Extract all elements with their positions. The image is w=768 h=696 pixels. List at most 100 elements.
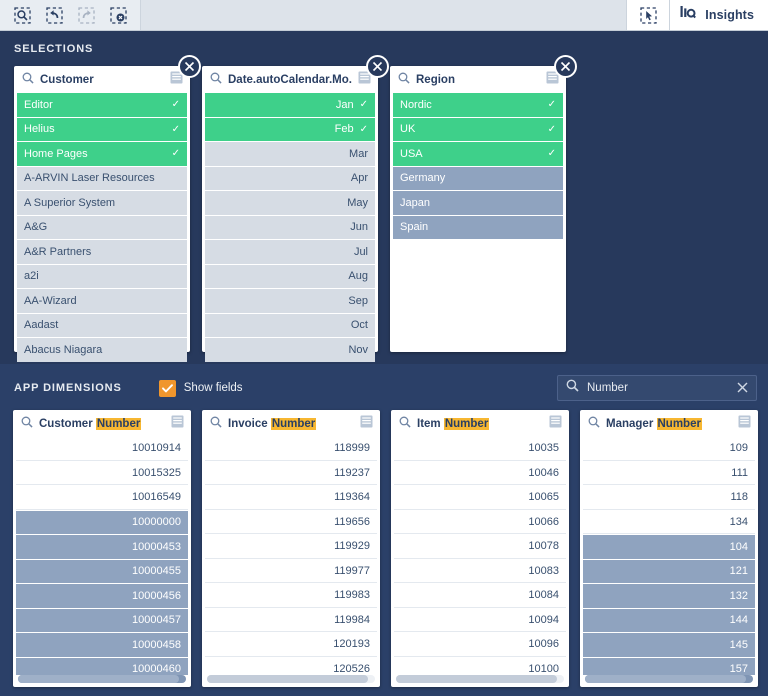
listbox-row[interactable]: Aadast: [17, 314, 187, 338]
listbox-row[interactable]: 144: [583, 609, 755, 633]
listbox-row[interactable]: 121: [583, 560, 755, 584]
listbox-row[interactable]: A-ARVIN Laser Resources: [17, 167, 187, 191]
search-icon[interactable]: [210, 415, 222, 433]
search-icon[interactable]: [210, 71, 222, 89]
close-icon[interactable]: [554, 55, 577, 78]
listbox-row[interactable]: Sep: [205, 289, 375, 313]
listbox-icon[interactable]: [360, 415, 373, 433]
listbox-row[interactable]: 120193: [205, 633, 377, 657]
listbox-row[interactable]: 10000458: [16, 633, 188, 657]
listbox-row[interactable]: A Superior System: [17, 191, 187, 215]
step-forward-icon[interactable]: [70, 0, 102, 31]
listbox-row[interactable]: 10000460: [16, 658, 188, 676]
listbox-row[interactable]: 10000455: [16, 560, 188, 584]
scrollbar-thumb[interactable]: [18, 675, 179, 683]
listbox-icon[interactable]: [738, 415, 751, 433]
listbox-row[interactable]: 10078: [394, 535, 566, 559]
listbox-row[interactable]: Jun: [205, 216, 375, 240]
close-icon[interactable]: [366, 55, 389, 78]
listbox-row[interactable]: 10010914: [16, 437, 188, 461]
listbox-row[interactable]: 10065: [394, 486, 566, 510]
insights-button[interactable]: Insights: [670, 0, 768, 30]
selections-tool-icon[interactable]: [626, 0, 670, 30]
listbox-row[interactable]: Nov: [205, 338, 375, 362]
listbox-row[interactable]: AA-Wizard: [17, 289, 187, 313]
clear-all-selections-icon[interactable]: [102, 0, 134, 31]
listbox-icon[interactable]: [171, 415, 184, 433]
search-icon[interactable]: [588, 415, 600, 433]
listbox-row[interactable]: 111: [583, 462, 755, 486]
close-icon[interactable]: [178, 55, 201, 78]
listbox-row[interactable]: Jan✓: [205, 93, 375, 117]
listbox-row[interactable]: 10096: [394, 633, 566, 657]
step-back-icon[interactable]: [38, 0, 70, 31]
listbox-row[interactable]: 119984: [205, 609, 377, 633]
listbox-row[interactable]: a2i: [17, 265, 187, 289]
listbox-row[interactable]: Germany: [393, 167, 563, 191]
search-icon[interactable]: [398, 71, 410, 89]
listbox-row[interactable]: A&R Partners: [17, 240, 187, 264]
listbox-row[interactable]: Editor✓: [17, 93, 187, 117]
listbox-row[interactable]: 10035: [394, 437, 566, 461]
listbox-row[interactable]: Helius✓: [17, 118, 187, 142]
listbox-row[interactable]: Abacus Niagara: [17, 338, 187, 362]
listbox-row[interactable]: 10016549: [16, 486, 188, 510]
listbox-row[interactable]: 10000457: [16, 609, 188, 633]
listbox-row[interactable]: Jul: [205, 240, 375, 264]
listbox-row[interactable]: 119977: [205, 560, 377, 584]
search-icon[interactable]: [22, 71, 34, 89]
listbox-row[interactable]: 10083: [394, 560, 566, 584]
listbox-row[interactable]: UK✓: [393, 118, 563, 142]
listbox-row[interactable]: Home Pages✓: [17, 142, 187, 166]
selections-search-icon[interactable]: [6, 0, 38, 31]
listbox-row[interactable]: Aug: [205, 265, 375, 289]
listbox-icon[interactable]: [549, 415, 562, 433]
listbox-row[interactable]: 10046: [394, 462, 566, 486]
card-scrollbar[interactable]: [207, 675, 375, 683]
listbox-row[interactable]: 119364: [205, 486, 377, 510]
search-input[interactable]: Number: [587, 382, 729, 394]
listbox-row[interactable]: 109: [583, 437, 755, 461]
listbox-row[interactable]: 10000453: [16, 535, 188, 559]
listbox-row[interactable]: 10000456: [16, 584, 188, 608]
search-icon[interactable]: [399, 415, 411, 433]
listbox-row[interactable]: 119983: [205, 584, 377, 608]
listbox-row[interactable]: USA✓: [393, 142, 563, 166]
listbox-row[interactable]: Mar: [205, 142, 375, 166]
listbox-row[interactable]: Spain: [393, 216, 563, 240]
show-fields-toggle[interactable]: Show fields: [159, 380, 243, 397]
listbox-row[interactable]: 10084: [394, 584, 566, 608]
listbox-row[interactable]: 10015325: [16, 462, 188, 486]
dimension-search-box[interactable]: Number: [557, 375, 757, 401]
listbox-row[interactable]: Apr: [205, 167, 375, 191]
listbox-row[interactable]: 10094: [394, 609, 566, 633]
clear-icon[interactable]: [737, 381, 748, 395]
scrollbar-thumb[interactable]: [585, 675, 746, 683]
listbox-row[interactable]: 10000000: [16, 511, 188, 535]
listbox-row[interactable]: 10100: [394, 658, 566, 676]
listbox-row[interactable]: 157: [583, 658, 755, 676]
card-scrollbar[interactable]: [18, 675, 186, 683]
listbox-row[interactable]: May: [205, 191, 375, 215]
listbox-row[interactable]: 119656: [205, 511, 377, 535]
listbox-row[interactable]: 134: [583, 511, 755, 535]
listbox-row[interactable]: 118: [583, 486, 755, 510]
listbox-row[interactable]: 119929: [205, 535, 377, 559]
listbox-row[interactable]: 145: [583, 633, 755, 657]
listbox-row[interactable]: Japan: [393, 191, 563, 215]
listbox-row[interactable]: 104: [583, 535, 755, 559]
listbox-row[interactable]: A&G: [17, 216, 187, 240]
listbox-row[interactable]: 118999: [205, 437, 377, 461]
search-icon[interactable]: [21, 415, 33, 433]
listbox-row[interactable]: Feb✓: [205, 118, 375, 142]
show-fields-checkbox[interactable]: [159, 380, 176, 397]
card-scrollbar[interactable]: [585, 675, 753, 683]
card-scrollbar[interactable]: [396, 675, 564, 683]
listbox-row[interactable]: Nordic✓: [393, 93, 563, 117]
scrollbar-thumb[interactable]: [207, 675, 368, 683]
listbox-row[interactable]: 10066: [394, 511, 566, 535]
listbox-row[interactable]: Oct: [205, 314, 375, 338]
listbox-row[interactable]: 119237: [205, 462, 377, 486]
scrollbar-thumb[interactable]: [396, 675, 557, 683]
listbox-row[interactable]: 120526: [205, 658, 377, 676]
